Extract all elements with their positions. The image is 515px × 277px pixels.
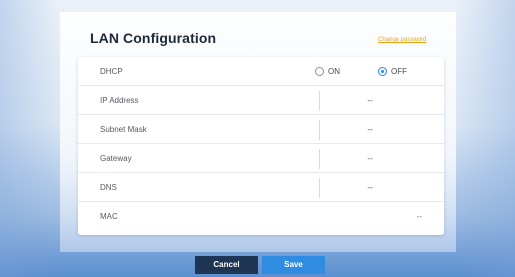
dhcp-on-radio[interactable]: ON bbox=[315, 57, 340, 86]
dns-row: DNS -- bbox=[78, 173, 444, 202]
dhcp-off-radio[interactable]: OFF bbox=[378, 57, 407, 86]
radio-unchecked-icon bbox=[315, 67, 324, 76]
gateway-field[interactable]: -- bbox=[319, 149, 420, 169]
background-glow-left bbox=[0, 0, 60, 277]
dhcp-on-label: ON bbox=[328, 67, 340, 76]
background-glow-right bbox=[455, 0, 515, 277]
dns-field[interactable]: -- bbox=[319, 178, 420, 198]
subnet-mask-field[interactable]: -- bbox=[319, 120, 420, 140]
subnet-mask-label: Subnet Mask bbox=[100, 125, 147, 134]
ip-address-field[interactable]: -- bbox=[319, 91, 420, 111]
mac-value: -- bbox=[416, 212, 422, 221]
page-title: LAN Configuration bbox=[90, 30, 217, 46]
dns-label: DNS bbox=[100, 183, 117, 192]
mac-label: MAC bbox=[100, 212, 118, 221]
ip-address-label: IP Address bbox=[100, 96, 139, 105]
radio-checked-icon bbox=[378, 67, 387, 76]
gateway-row: Gateway -- bbox=[78, 144, 444, 173]
cancel-button[interactable]: Cancel bbox=[195, 256, 258, 274]
dhcp-row: DHCP ON OFF bbox=[78, 57, 444, 86]
gateway-label: Gateway bbox=[100, 154, 132, 163]
mac-row: MAC -- bbox=[78, 202, 444, 231]
subnet-mask-row: Subnet Mask -- bbox=[78, 115, 444, 144]
change-password-link[interactable]: Change password bbox=[378, 37, 426, 43]
dhcp-label: DHCP bbox=[100, 67, 123, 76]
lan-config-card: DHCP ON OFF IP Address -- Subnet Mask --… bbox=[78, 57, 444, 235]
save-button[interactable]: Save bbox=[262, 256, 325, 274]
dhcp-off-label: OFF bbox=[391, 67, 407, 76]
ip-address-row: IP Address -- bbox=[78, 86, 444, 115]
